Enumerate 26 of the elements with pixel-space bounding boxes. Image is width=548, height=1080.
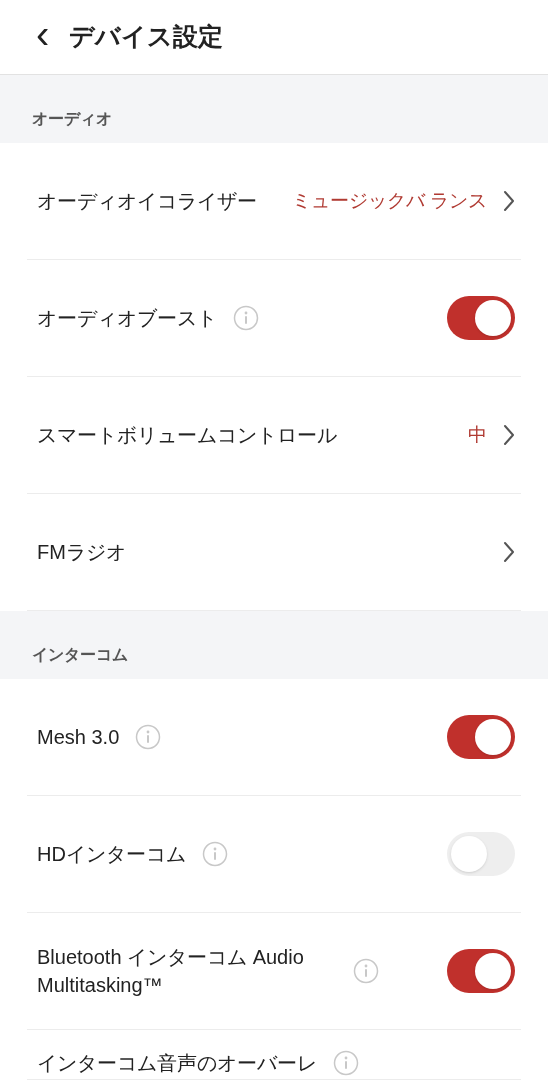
info-icon[interactable] [333,1050,359,1076]
toggle-switch[interactable] [447,715,515,759]
toggle-switch[interactable] [447,832,515,876]
section-header: インターコム [32,645,128,665]
chevron-right-icon [503,190,515,212]
info-icon[interactable] [233,305,259,331]
info-icon[interactable] [201,841,228,867]
toggle-switch[interactable] [447,949,515,993]
setting-label: Mesh 3.0 [37,725,120,750]
info-icon[interactable] [353,958,379,984]
setting-label: Bluetooth インターコム Audio Multitasking™ [37,945,305,998]
section-header: オーディオ [32,109,112,129]
setting-value: ミュージックバ ランス [291,188,487,213]
back-button[interactable]: ‹ [36,14,50,60]
setting-label: オーディオイコライザー [37,189,257,214]
setting-label: インターコム音声のオーバーレ [37,1051,317,1076]
setting-label: オーディオブースト [37,306,217,331]
setting-value: 中 [468,422,487,447]
page-title: デバイス設定 [69,21,224,53]
setting-label: スマートボリュームコントロール [37,423,337,448]
setting-label: HDインターコム [37,842,186,867]
setting-label: FMラジオ [37,540,126,565]
info-icon[interactable] [135,724,162,750]
chevron-right-icon [503,541,515,563]
toggle-switch[interactable] [447,296,515,340]
chevron-right-icon [503,424,515,446]
